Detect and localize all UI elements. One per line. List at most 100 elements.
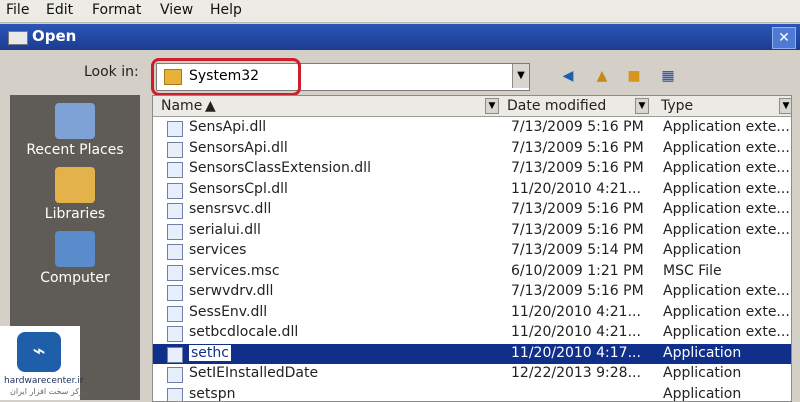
- file-row[interactable]: services.msc 6/10/2009 1:21 PM MSC File: [153, 262, 791, 282]
- file-row[interactable]: SensApi.dll 7/13/2009 5:16 PM Application …: [153, 118, 791, 138]
- file-name: SetIEInstalledDate: [189, 365, 318, 381]
- file-type: Application exte...: [663, 222, 790, 238]
- file-date: 7/13/2009 5:14 PM: [511, 242, 644, 258]
- file-row[interactable]: SessEnv.dll11/20/2010 4:21...Application…: [153, 303, 791, 323]
- file-name: SensApi.dll: [189, 119, 266, 135]
- menu-help[interactable]: Help: [210, 2, 242, 18]
- column-name[interactable]: Name: [161, 98, 202, 114]
- file-list[interactable]: Name ▲ ▼ Date modified ▼ Type ▼ SensApi.…: [152, 95, 792, 402]
- up-folder-icon[interactable]: ▲: [590, 65, 614, 87]
- file-icon: [167, 367, 183, 383]
- file-icon: [167, 347, 183, 363]
- column-date[interactable]: Date modified: [507, 98, 606, 114]
- dialog-title-bar: Open ✕: [0, 24, 800, 50]
- computer-label: Computer: [10, 270, 140, 286]
- recent-places-label: Recent Places: [10, 142, 140, 158]
- file-type: MSC File: [663, 263, 722, 279]
- file-type: Application: [663, 242, 741, 258]
- file-icon: [167, 203, 183, 219]
- file-row[interactable]: SensorsApi.dll 7/13/2009 5:16 PM Applicati…: [153, 139, 791, 159]
- file-row[interactable]: serialui.dll 7/13/2009 5:16 PM Application…: [153, 221, 791, 241]
- file-date: 11/20/2010 4:17...: [511, 345, 641, 361]
- file-row[interactable]: SetIEInstalledDate 12/22/2013 9:28... Appl…: [153, 364, 791, 384]
- menu-format[interactable]: Format: [92, 2, 141, 18]
- file-date: 7/13/2009 5:16 PM: [511, 222, 644, 238]
- views-menu-icon[interactable]: ▦: [656, 65, 680, 87]
- file-icon: [167, 224, 183, 240]
- close-icon[interactable]: ✕: [772, 27, 796, 49]
- libraries[interactable]: Libraries: [10, 167, 140, 222]
- file-date: 7/13/2009 5:16 PM: [511, 119, 644, 135]
- column-header: Name ▲ ▼ Date modified ▼ Type ▼: [153, 96, 791, 117]
- chevron-down-icon[interactable]: ▼: [512, 64, 529, 88]
- file-name: serialui.dll: [189, 222, 261, 238]
- file-icon: [167, 183, 183, 199]
- file-date: 7/13/2009 5:16 PM: [511, 283, 644, 299]
- file-name: services: [189, 242, 246, 258]
- file-row[interactable]: SensorsCpl.dll 11/20/2010 4:21... Applicat…: [153, 180, 791, 200]
- file-name: SessEnv.dll: [189, 304, 267, 320]
- file-type: Application exte...: [663, 119, 790, 135]
- file-row[interactable]: sethc 11/20/2010 4:17... Application: [153, 344, 791, 364]
- file-name: SensorsApi.dll: [189, 140, 288, 156]
- file-row[interactable]: services 7/13/2009 5:14 PM Application: [153, 241, 791, 261]
- file-type: Application: [663, 365, 741, 381]
- file-type: Application exte...: [663, 324, 790, 340]
- new-folder-icon[interactable]: ■: [622, 65, 646, 87]
- file-type: Application: [663, 386, 741, 402]
- file-date: 7/13/2009 5:16 PM: [511, 160, 644, 176]
- menu-bar: File Edit Format View Help: [0, 0, 800, 23]
- column-type[interactable]: Type: [661, 98, 693, 114]
- recent-places-icon: [55, 103, 95, 139]
- libraries-label: Libraries: [10, 206, 140, 222]
- file-name: sensrsvc.dll: [189, 201, 271, 217]
- file-name: setbcdlocale.dll: [189, 324, 298, 340]
- file-date: 11/20/2010 4:21...: [511, 181, 641, 197]
- date-filter-icon[interactable]: ▼: [635, 98, 649, 114]
- file-row[interactable]: sensrsvc.dll 7/13/2009 5:16 PM Application…: [153, 200, 791, 220]
- file-row[interactable]: serwvdrv.dll7/13/2009 5:16 PMApplication…: [153, 282, 791, 302]
- watermark-site: hardwarecenter.ir: [4, 376, 84, 386]
- menu-edit[interactable]: Edit: [46, 2, 73, 18]
- file-date: 12/22/2013 9:28...: [511, 365, 641, 381]
- file-icon: [167, 244, 183, 260]
- name-filter-icon[interactable]: ▼: [485, 98, 499, 114]
- file-type: Application exte...: [663, 304, 790, 320]
- file-name: sethc: [189, 345, 231, 361]
- file-type: Application exte...: [663, 201, 790, 217]
- file-row[interactable]: setbcdlocale.dll 11/20/2010 4:21... Applic…: [153, 323, 791, 343]
- sort-up-icon: ▲: [205, 98, 216, 114]
- file-date: 6/10/2009 1:21 PM: [511, 263, 644, 279]
- menu-view[interactable]: View: [160, 2, 193, 18]
- file-type: Application exte...: [663, 140, 790, 156]
- libraries-icon: [55, 167, 95, 203]
- computer[interactable]: Computer: [10, 231, 140, 286]
- file-date: 7/13/2009 5:16 PM: [511, 140, 644, 156]
- look-in-label: Look in:: [84, 64, 139, 80]
- file-type: Application exte...: [663, 181, 790, 197]
- file-type: Application: [663, 345, 741, 361]
- computer-icon: [55, 231, 95, 267]
- file-date: 11/20/2010 4:21...: [511, 324, 641, 340]
- watermark-logo: ⌁ hardwarecenter.ir مرکز سخت افزار ایران: [0, 326, 80, 400]
- file-type: Application exte...: [663, 160, 790, 176]
- file-icon: [167, 306, 183, 322]
- file-date: 7/13/2009 5:16 PM: [511, 201, 644, 217]
- recent-places[interactable]: Recent Places: [10, 103, 140, 158]
- file-name: SensorsClassExtension.dll: [189, 160, 371, 176]
- file-icon: [167, 326, 183, 342]
- file-row[interactable]: setspnApplication: [153, 385, 791, 402]
- file-icon: [167, 121, 183, 137]
- back-icon[interactable]: ◀: [556, 65, 580, 87]
- file-icon: [167, 142, 183, 158]
- file-icon: [167, 285, 183, 301]
- file-row[interactable]: SensorsClassExtension.dll 7/13/2009 5:16 …: [153, 159, 791, 179]
- highlight-ring: [151, 58, 301, 96]
- file-name: SensorsCpl.dll: [189, 181, 288, 197]
- menu-file[interactable]: File: [6, 2, 29, 18]
- window-icon: [8, 31, 28, 45]
- file-name: services.msc: [189, 263, 280, 279]
- file-icon: [167, 265, 183, 281]
- file-type: Application exte...: [663, 283, 790, 299]
- type-filter-icon[interactable]: ▼: [779, 98, 792, 114]
